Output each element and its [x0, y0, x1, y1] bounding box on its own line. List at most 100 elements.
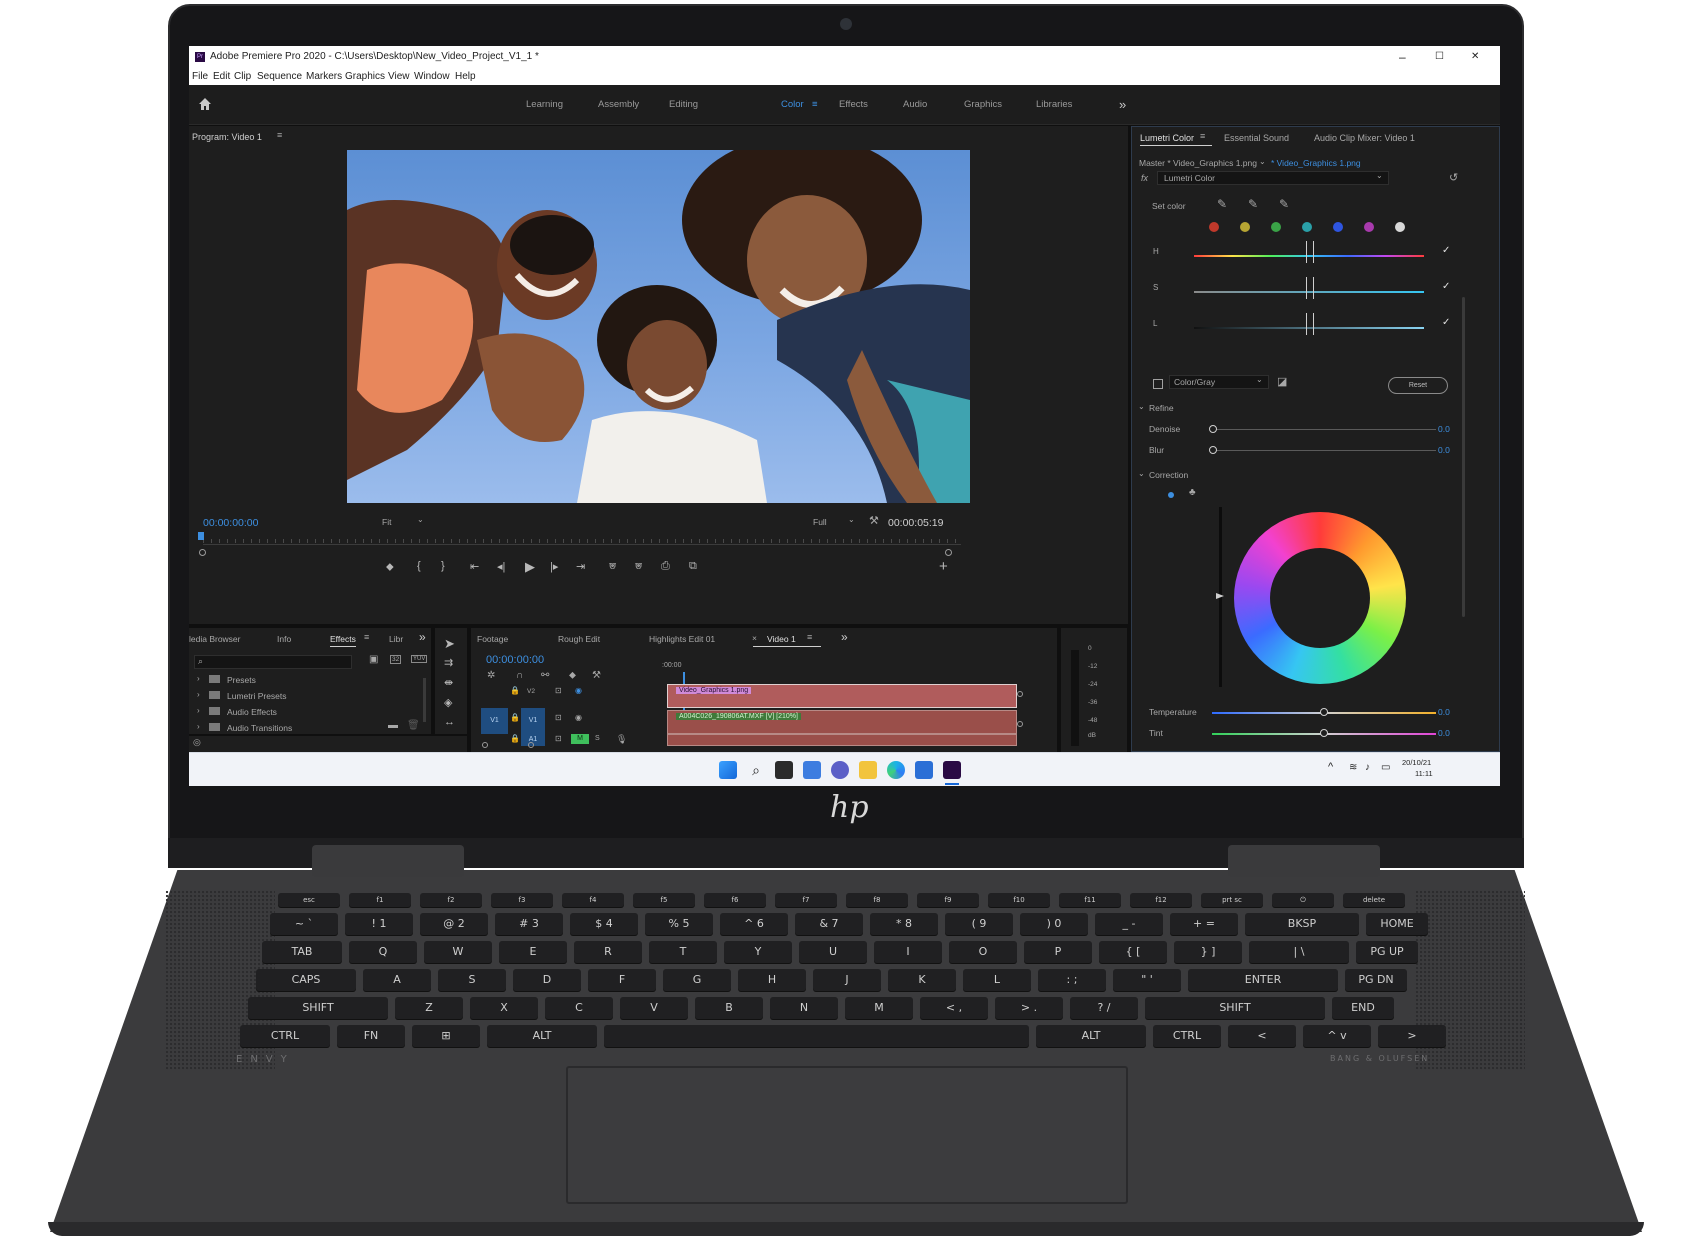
- keyboard-key[interactable]: CAPS: [256, 969, 356, 991]
- keyboard-key[interactable]: ^ v: [1303, 1025, 1371, 1047]
- keyboard-key[interactable]: # 3: [495, 913, 563, 935]
- keyboard-key[interactable]: N: [770, 997, 838, 1019]
- timeline-tab-video1[interactable]: Video 1: [767, 634, 796, 644]
- keyboard-key[interactable]: * 8: [870, 913, 938, 935]
- minimize-button[interactable]: –: [1399, 46, 1406, 68]
- keyboard-key[interactable]: [604, 1025, 1029, 1047]
- keyboard-key[interactable]: f11: [1059, 893, 1121, 907]
- v2-eye-off-icon[interactable]: ◉: [575, 686, 582, 695]
- keyboard-key[interactable]: f7: [775, 893, 837, 907]
- keyboard-key[interactable]: < ,: [920, 997, 988, 1019]
- keyboard-key[interactable]: W: [424, 941, 492, 963]
- keyboard-key[interactable]: PG DN: [1345, 969, 1407, 991]
- clip-a1-audio[interactable]: [667, 734, 1017, 746]
- blur-value[interactable]: 0.0: [1438, 445, 1450, 455]
- reset-button[interactable]: Reset: [1388, 377, 1448, 394]
- slip-tool-icon[interactable]: ↔: [444, 716, 455, 728]
- menu-sequence[interactable]: Sequence: [257, 68, 302, 85]
- tray-overflow-icon[interactable]: ^: [1328, 761, 1333, 773]
- a1-mute-button[interactable]: M: [571, 734, 589, 744]
- keyboard-key[interactable]: E: [499, 941, 567, 963]
- menu-file[interactable]: File: [192, 68, 208, 85]
- premiere-taskbar-icon[interactable]: [943, 761, 961, 779]
- keyboard-key[interactable]: : ;: [1038, 969, 1106, 991]
- keyboard-key[interactable]: " ': [1113, 969, 1181, 991]
- keyboard-key[interactable]: f5: [633, 893, 695, 907]
- lumetri-tab-menu-icon[interactable]: ≡: [1200, 131, 1205, 141]
- invert-mask-icon[interactable]: ◪: [1277, 375, 1287, 388]
- blur-slider-handle[interactable]: [1209, 446, 1217, 454]
- workspace-assembly[interactable]: Assembly: [598, 85, 639, 125]
- correction-chevron-icon[interactable]: ⌄: [1138, 469, 1145, 478]
- keyboard-key[interactable]: f10: [988, 893, 1050, 907]
- store-icon[interactable]: [915, 761, 933, 779]
- master-chevron-icon[interactable]: ⌄: [1259, 157, 1266, 166]
- keyboard-key[interactable]: esc: [278, 893, 340, 907]
- v1-lock-icon[interactable]: 🔒: [510, 713, 520, 722]
- tab-info[interactable]: Info: [277, 634, 291, 644]
- hsl-check-icon-l[interactable]: ✓: [1442, 317, 1450, 328]
- v1-sync-lock-icon[interactable]: ⊡: [555, 713, 562, 722]
- track-select-tool-icon[interactable]: ⇉: [444, 656, 453, 669]
- zoom-handle-left[interactable]: [199, 549, 206, 556]
- keyboard-key[interactable]: T: [649, 941, 717, 963]
- program-monitor-menu-icon[interactable]: ≡: [277, 130, 282, 140]
- home-icon[interactable]: [198, 97, 212, 111]
- keyboard-key[interactable]: F: [588, 969, 656, 991]
- keyboard-key[interactable]: >: [1378, 1025, 1446, 1047]
- keyboard-key[interactable]: K: [888, 969, 956, 991]
- keyboard-key[interactable]: & 7: [795, 913, 863, 935]
- maximize-button[interactable]: ☐: [1435, 46, 1444, 68]
- file-explorer-icon[interactable]: [859, 761, 877, 779]
- tint-slider-handle[interactable]: [1320, 729, 1328, 737]
- track-v1-label[interactable]: V1: [521, 708, 545, 734]
- keyboard-key[interactable]: ) 0: [1020, 913, 1088, 935]
- color-swatch[interactable]: [1333, 222, 1343, 232]
- effects-tab-menu-icon[interactable]: ≡: [364, 632, 369, 642]
- timeline-tab-rough-edit[interactable]: Rough Edit: [558, 634, 600, 644]
- edge-icon[interactable]: [887, 761, 905, 779]
- color-gray-select[interactable]: Color/Gray ⌄: [1169, 375, 1269, 389]
- expand-chevron-icon[interactable]: ›: [197, 722, 200, 731]
- keyboard-key[interactable]: f6: [704, 893, 766, 907]
- color-swatch[interactable]: [1364, 222, 1374, 232]
- timeline-tab-footage[interactable]: Footage: [477, 634, 508, 644]
- effect-select[interactable]: Lumetri Color ⌄: [1157, 171, 1389, 185]
- lift-icon[interactable]: ⩐: [609, 560, 616, 573]
- keyboard-key[interactable]: f12: [1130, 893, 1192, 907]
- expand-chevron-icon[interactable]: ›: [197, 706, 200, 715]
- keyboard-key[interactable]: _ -: [1095, 913, 1163, 935]
- keyboard-key[interactable]: ( 9: [945, 913, 1013, 935]
- keyboard-key[interactable]: TAB: [262, 941, 342, 963]
- hsl-range-handle-s[interactable]: [1306, 277, 1314, 299]
- a1-lock-icon[interactable]: 🔒: [510, 734, 520, 743]
- keyboard-key[interactable]: FN: [337, 1025, 405, 1047]
- go-to-in-icon[interactable]: ⇤: [470, 560, 479, 573]
- keyboard-key[interactable]: CTRL: [240, 1025, 330, 1047]
- keyboard-key[interactable]: X: [470, 997, 538, 1019]
- a1-voiceover-mic-icon[interactable]: 🎙: [616, 734, 627, 745]
- timeline-marker-icon[interactable]: ⬥: [569, 670, 576, 681]
- keyboard-key[interactable]: J: [813, 969, 881, 991]
- tab-essential-sound[interactable]: Essential Sound: [1224, 133, 1289, 143]
- linked-selection-icon[interactable]: ⚯: [541, 670, 549, 681]
- keyboard-key[interactable]: Y: [724, 941, 792, 963]
- color-swatch[interactable]: [1302, 222, 1312, 232]
- workspace-color[interactable]: Color: [781, 85, 804, 125]
- tint-value[interactable]: 0.0: [1438, 728, 1450, 738]
- tab-media-browser[interactable]: ledia Browser: [189, 634, 241, 644]
- selection-tool-icon[interactable]: ➤: [444, 636, 455, 652]
- workspace-graphics[interactable]: Graphics: [964, 85, 1002, 125]
- timeline-zoom-handle-left[interactable]: [482, 742, 488, 748]
- tab-audio-clip-mixer[interactable]: Audio Clip Mixer: Video 1: [1314, 133, 1415, 143]
- v1-eye-icon[interactable]: ◉: [575, 713, 582, 722]
- add-marker-icon[interactable]: ⬥: [386, 561, 394, 574]
- keyboard-key[interactable]: O: [949, 941, 1017, 963]
- keyboard-key[interactable]: H: [738, 969, 806, 991]
- tab-effects[interactable]: Effects: [330, 634, 356, 644]
- effects-folder-item[interactable]: › Audio Transitions: [197, 722, 417, 736]
- keyboard-key[interactable]: SHIFT: [248, 997, 388, 1019]
- snap-magnet-icon[interactable]: ∩: [516, 670, 523, 681]
- extract-icon[interactable]: ⩐: [635, 560, 642, 573]
- workspace-libraries[interactable]: Libraries: [1036, 85, 1072, 125]
